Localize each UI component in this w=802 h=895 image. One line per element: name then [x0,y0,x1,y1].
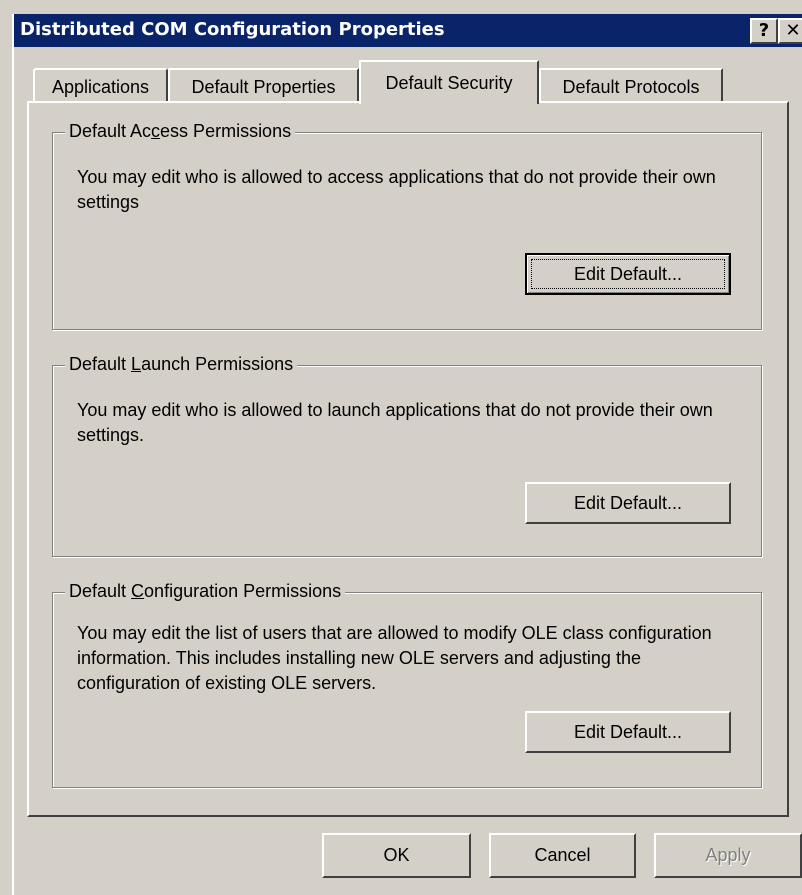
button-label: Edit Default... [573,493,683,513]
legend-text: ess Permissions [160,121,292,141]
edit-default-configuration-button[interactable]: Edit Default... [525,711,731,753]
window-title: Distributed COM Configuration Properties [20,19,445,40]
tab-label: Applications [51,77,150,97]
apply-button[interactable]: Apply [654,833,802,878]
tab-label: Default Security [385,73,513,93]
group-legend: Default Configuration Permissions [65,581,346,602]
close-button[interactable]: ✕ [778,18,802,44]
close-icon: ✕ [785,20,801,41]
tab-default-properties[interactable]: Default Properties [168,68,359,101]
legend-accelerator: L [131,354,142,374]
tab-default-security[interactable]: Default Security [359,60,539,104]
tab-applications[interactable]: Applications [33,68,168,101]
group-description: You may edit who is allowed to access ap… [77,167,716,212]
legend-accelerator: c [151,121,161,141]
ok-button[interactable]: OK [322,833,471,878]
default-launch-permissions-group: Default Launch Permissions You may edit … [52,354,762,557]
group-description: You may edit the list of users that are … [77,623,712,693]
edit-default-launch-button[interactable]: Edit Default... [525,482,731,524]
tab-label: Default Properties [191,77,336,97]
group-description: You may edit who is allowed to launch ap… [77,400,713,445]
title-bar[interactable]: Distributed COM Configuration Properties… [14,14,802,47]
dialog-border [12,14,14,895]
legend-text: Default Ac [69,121,152,141]
cancel-button[interactable]: Cancel [489,833,636,878]
focus-rectangle [531,259,725,289]
legend-text: onfiguration Permissions [144,581,342,601]
legend-text: Default [69,354,132,374]
button-label: Edit Default... [573,722,683,742]
default-access-permissions-group: Default Access Permissions You may edit … [52,121,762,330]
legend-text: aunch Permissions [141,354,294,374]
group-legend: Default Launch Permissions [65,354,298,375]
dcom-properties-dialog: Distributed COM Configuration Properties… [0,0,802,895]
help-button[interactable]: ? [750,18,778,44]
button-label: OK [383,845,410,865]
tab-label: Default Protocols [562,77,700,97]
legend-text: Default [69,581,132,601]
group-legend: Default Access Permissions [65,121,296,142]
button-label: Cancel [534,845,591,865]
button-label: Apply [705,845,751,865]
legend-accelerator: C [131,581,145,601]
edit-default-access-button[interactable]: Edit Default... [525,253,731,295]
tab-default-protocols[interactable]: Default Protocols [539,68,723,101]
default-configuration-permissions-group: Default Configuration Permissions You ma… [52,581,762,788]
help-icon: ? [758,20,770,41]
